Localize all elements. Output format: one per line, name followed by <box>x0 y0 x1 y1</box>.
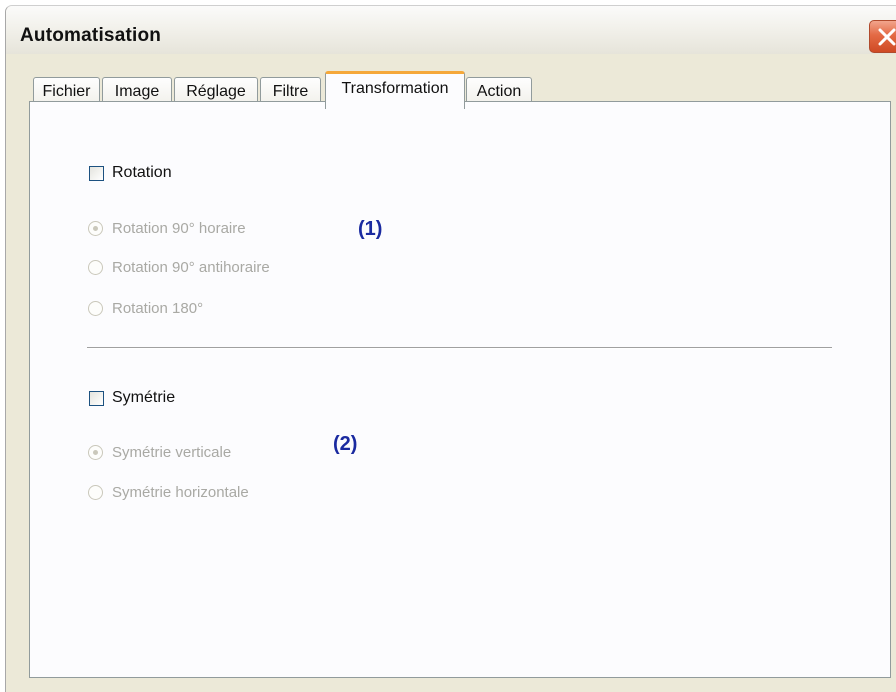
radio-rotation-90-clockwise: Rotation 90° horaire <box>88 220 246 237</box>
tab-transformation[interactable]: Transformation <box>325 71 465 109</box>
rotation-checkbox-row[interactable]: Rotation <box>89 164 172 182</box>
symetrie-checkbox-label: Symétrie <box>112 389 176 406</box>
radio-button <box>88 221 103 236</box>
radio-label: Rotation 90° horaire <box>112 220 246 237</box>
radio-button <box>88 260 103 275</box>
symetrie-checkbox[interactable] <box>89 390 104 406</box>
radio-button <box>88 301 103 316</box>
rotation-checkbox-label: Rotation <box>112 164 172 181</box>
section-separator <box>87 347 832 349</box>
radio-rotation-90-counterclockwise: Rotation 90° antihoraire <box>88 259 270 276</box>
radio-label: Rotation 180° <box>112 300 204 317</box>
symetrie-checkbox-row[interactable]: Symétrie <box>89 389 175 407</box>
radio-label: Rotation 90° antihoraire <box>112 259 270 276</box>
radio-button <box>88 445 103 460</box>
annotation-2: (2) <box>333 433 358 455</box>
radio-symetrie-horizontale: Symétrie horizontale <box>88 484 249 501</box>
rotation-checkbox[interactable] <box>89 165 104 181</box>
radio-label: Symétrie horizontale <box>112 484 249 501</box>
radio-rotation-180: Rotation 180° <box>88 300 203 317</box>
radio-symetrie-verticale: Symétrie verticale <box>88 444 231 461</box>
radio-button <box>88 485 103 500</box>
annotation-1: (1) <box>358 218 383 240</box>
radio-label: Symétrie verticale <box>112 444 232 461</box>
